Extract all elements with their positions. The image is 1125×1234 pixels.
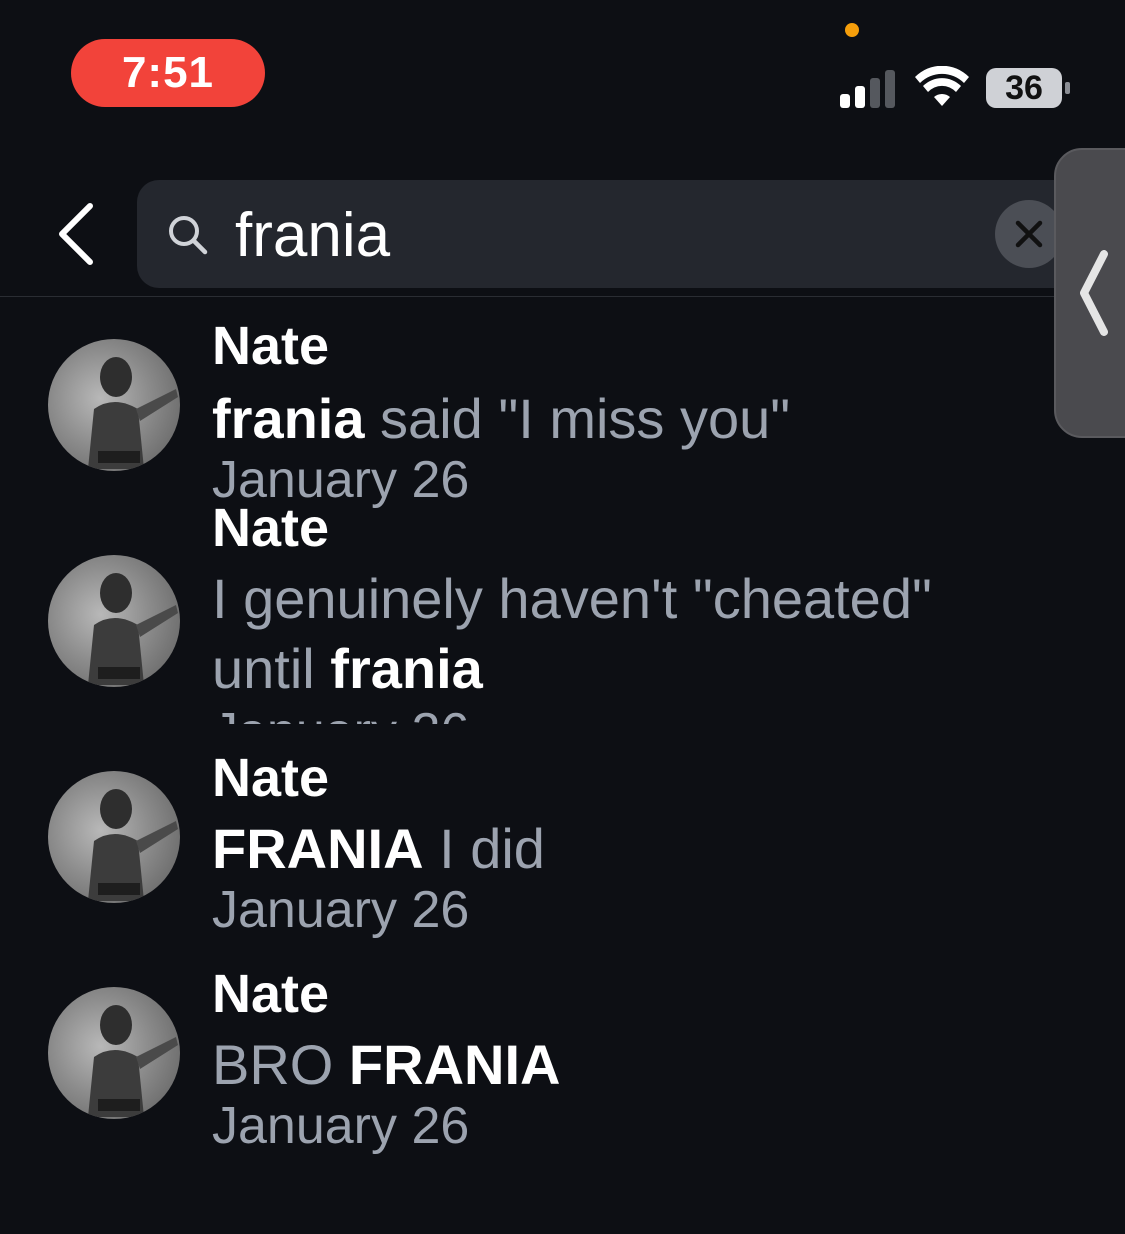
search-highlight: FRANIA: [348, 1033, 561, 1096]
search-icon: [169, 216, 208, 255]
back-chevron-icon: [59, 203, 93, 265]
search-results-list: Nate frania said "I miss you" January 26…: [0, 300, 1125, 1234]
sender-name: Nate: [212, 498, 330, 558]
result-row[interactable]: Nate FRANIA I did January 26: [0, 744, 1125, 944]
sender-name: Nate: [212, 748, 330, 808]
avatar: [48, 555, 180, 687]
sender-name: Nate: [212, 964, 330, 1024]
avatar: [48, 771, 180, 903]
privacy-indicator-dot: [845, 23, 859, 37]
result-row[interactable]: Nate BRO FRANIA January 26: [0, 960, 1125, 1160]
search-highlight: FRANIA: [212, 817, 424, 880]
snippet-text: said "I miss you": [364, 387, 791, 450]
snippet-text: until: [212, 637, 331, 700]
message-snippet: I genuinely haven't "cheated": [212, 564, 932, 634]
wifi-icon: [915, 66, 969, 106]
message-date: January 26: [212, 881, 470, 939]
battery-level: 36: [986, 68, 1062, 108]
back-button[interactable]: [52, 200, 102, 270]
snippet-text: I did: [423, 817, 545, 880]
avatar: [48, 987, 180, 1119]
clear-search-button[interactable]: [995, 200, 1063, 268]
status-bar: 7:51 36: [0, 0, 1125, 130]
search-input[interactable]: [233, 194, 977, 276]
search-field[interactable]: [137, 180, 1077, 288]
avatar: [48, 339, 180, 471]
result-row[interactable]: Nate I genuinely haven't "cheated" until…: [0, 496, 1125, 724]
search-highlight: frania: [330, 637, 483, 700]
signal-icon: [840, 70, 900, 108]
search-highlight: frania: [212, 387, 365, 450]
message-date: January 26: [212, 702, 469, 724]
message-snippet: BRO FRANIA: [212, 1030, 560, 1100]
snippet-text: I genuinely haven't "cheated": [212, 567, 932, 630]
sender-name: Nate: [212, 316, 330, 376]
battery-icon: 36: [986, 68, 1072, 108]
snippet-text: BRO: [212, 1033, 349, 1096]
status-time[interactable]: 7:51: [71, 39, 265, 107]
message-snippet-line2: until frania: [212, 634, 483, 704]
clear-icon: [1015, 220, 1043, 248]
message-date: January 26: [212, 1097, 470, 1155]
result-row[interactable]: Nate frania said "I miss you" January 26: [0, 300, 1125, 509]
message-snippet: frania said "I miss you": [212, 384, 790, 454]
message-snippet: FRANIA I did: [212, 814, 545, 884]
header-divider: [0, 296, 1125, 297]
